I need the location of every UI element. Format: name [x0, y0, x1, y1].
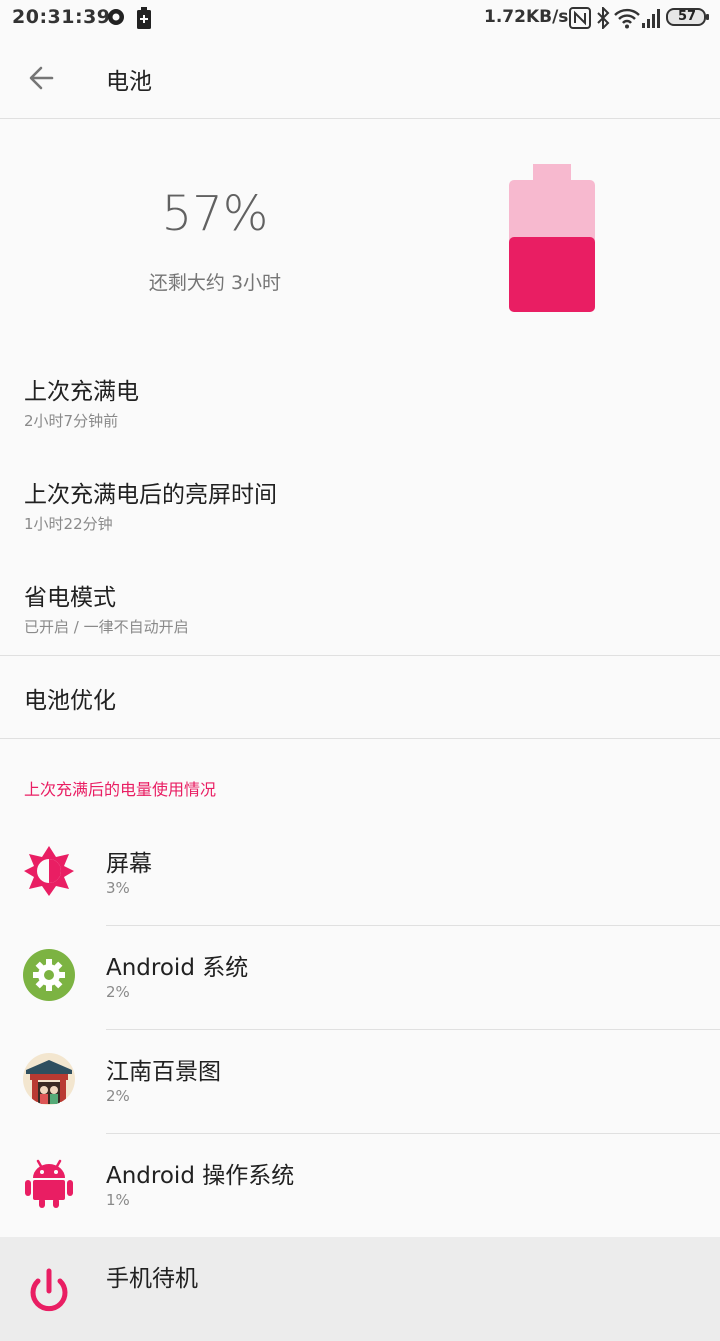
signal-icon	[640, 7, 662, 33]
usage-row-android-system[interactable]: Android 系统 2%	[0, 926, 720, 1030]
wifi-icon	[614, 7, 640, 33]
info-subtitle: 2小时7分钟前	[24, 412, 119, 430]
usage-row-screen[interactable]: 屏幕 3%	[0, 822, 720, 926]
android-system-gear-icon	[22, 948, 76, 1002]
back-button[interactable]	[22, 58, 62, 98]
battery-optimization-item[interactable]: 电池优化	[24, 681, 704, 715]
info-title: 上次充满电后的亮屏时间	[24, 482, 277, 508]
battery-cap	[533, 164, 571, 182]
usage-title: 屏幕	[106, 851, 152, 877]
battery-body-fill	[509, 237, 595, 312]
usage-row-standby[interactable]: 手机待机	[0, 1237, 720, 1341]
power-saving-mode-item[interactable]: 省电模式 已开启 / 一律不自动开启	[24, 578, 704, 637]
back-arrow-icon	[29, 66, 54, 90]
divider	[0, 738, 720, 739]
battery-status-level: 57	[677, 9, 697, 24]
power-icon	[22, 1265, 76, 1319]
divider	[0, 655, 720, 656]
status-time: 20:31:39	[12, 6, 111, 28]
usage-title: 江南百景图	[106, 1059, 221, 1085]
android-robot-icon	[22, 1156, 76, 1210]
notification-dot-icon	[106, 7, 126, 31]
page-title: 电池	[106, 69, 152, 95]
usage-section-header: 上次充满后的电量使用情况	[24, 780, 217, 799]
usage-percent: 2%	[106, 983, 130, 1001]
usage-percent: 2%	[106, 1087, 130, 1105]
status-bar: 20:31:39 1.72KB/s 57	[0, 0, 720, 36]
info-title: 上次充满电	[24, 379, 139, 405]
usage-title: Android 操作系统	[106, 1163, 295, 1189]
info-title: 电池优化	[24, 688, 116, 714]
usage-percent: 1%	[106, 1191, 130, 1209]
battery-percent: 57%	[161, 186, 269, 242]
battery-remaining-time: 还剩大约 3小时	[148, 272, 282, 294]
usage-row-jiangnan[interactable]: 江南百景图 2%	[0, 1030, 720, 1134]
nfc-icon	[569, 7, 591, 33]
usage-percent: 3%	[106, 879, 130, 897]
battery-saver-icon	[136, 7, 152, 33]
brightness-icon	[22, 844, 76, 898]
bluetooth-icon	[595, 5, 611, 33]
usage-row-android-os[interactable]: Android 操作系统 1%	[0, 1134, 720, 1238]
usage-title: Android 系统	[106, 955, 249, 981]
usage-title: 手机待机	[106, 1266, 198, 1292]
screen-time-item[interactable]: 上次充满电后的亮屏时间 1小时22分钟	[24, 475, 704, 534]
info-title: 省电模式	[24, 585, 116, 611]
info-subtitle: 已开启 / 一律不自动开启	[24, 618, 189, 636]
jiangnan-app-icon	[22, 1052, 76, 1106]
last-full-charge-item[interactable]: 上次充满电 2小时7分钟前	[24, 372, 704, 431]
battery-level-graphic	[509, 164, 597, 318]
network-speed: 1.72KB/s	[484, 7, 569, 27]
toolbar: 电池	[0, 36, 720, 119]
info-subtitle: 1小时22分钟	[24, 515, 113, 533]
